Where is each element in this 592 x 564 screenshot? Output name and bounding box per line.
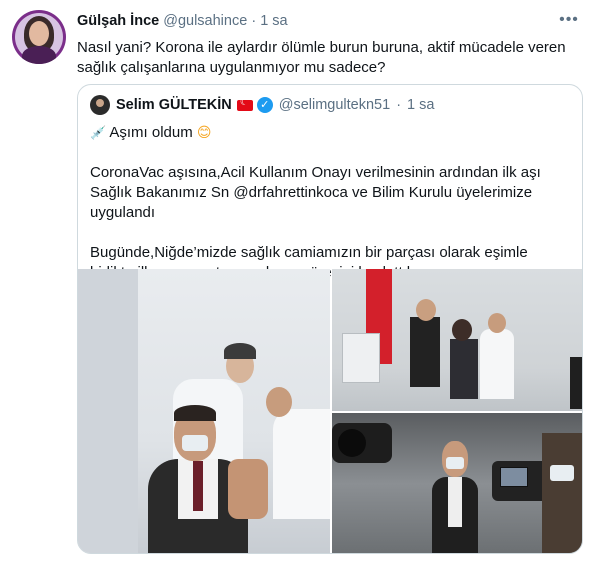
tweet-header: Gülşah İnce @gulsahince · 1 sa <box>77 13 288 29</box>
avatar[interactable] <box>12 10 66 64</box>
tweet[interactable]: Gülşah İnce @gulsahince · 1 sa ••• Nasıl… <box>0 0 592 564</box>
photo-nurse3-head <box>488 313 506 333</box>
photo-person-right-mask <box>550 465 574 481</box>
quoted-line-2: CoronaVac aşısına,Acil Kullanım Onayı ve… <box>90 164 541 221</box>
photo-wall-shadow <box>78 269 138 553</box>
timestamp[interactable]: 1 sa <box>260 13 287 29</box>
photo-1[interactable] <box>78 269 330 553</box>
photo-woman-head <box>452 319 472 341</box>
photo-nurse3 <box>480 329 514 399</box>
photo-man2-head <box>416 299 436 321</box>
photo-man3-mask <box>446 457 464 469</box>
photo-camera-lens <box>338 429 366 457</box>
photo-board <box>342 333 380 383</box>
photo-nurse2 <box>273 409 330 519</box>
verified-badge-icon: ✓ <box>256 97 273 113</box>
photo-man-arm <box>228 459 268 519</box>
photo-nurse2-head <box>266 387 292 417</box>
syringe-icon: 💉 <box>90 125 107 140</box>
author-handle[interactable]: @gulsahince <box>163 13 247 29</box>
avatar-body <box>22 46 56 64</box>
quoted-author-handle[interactable]: @selimgultekn51 <box>279 97 390 113</box>
photo-nurse-hair <box>224 343 256 359</box>
smiling-face-icon: 😊 <box>196 124 212 140</box>
quoted-tweet[interactable]: Selim GÜLTEKİN ✓ @selimgultekn51 · 1 sa … <box>77 84 583 554</box>
quoted-line-1-text: Aşımı oldum <box>109 124 193 141</box>
photo-2[interactable] <box>332 269 582 411</box>
quoted-text: 💉 Aşımı oldum 😊 CoronaVac aşısına,Acil K… <box>90 122 570 283</box>
photo-man2-body <box>410 317 440 387</box>
photo-chair <box>570 357 582 409</box>
turkey-flag-icon <box>236 97 253 111</box>
quoted-header: Selim GÜLTEKİN ✓ @selimgultekn51 · 1 sa <box>90 94 434 116</box>
photo-grid <box>78 269 582 553</box>
more-horizontal-icon[interactable]: ••• <box>558 12 580 28</box>
quoted-author-name[interactable]: Selim GÜLTEKİN <box>116 97 232 113</box>
avatar-face <box>29 21 49 46</box>
photo-man3-shirt <box>448 477 462 527</box>
quoted-timestamp[interactable]: 1 sa <box>407 97 434 113</box>
photo-man-tie <box>193 461 203 511</box>
quoted-line-1: 💉 Aşımı oldum 😊 <box>90 122 570 143</box>
photo-woman <box>450 339 478 399</box>
photo-3[interactable] <box>332 413 582 553</box>
photo-man-hair <box>174 405 216 421</box>
photo-screen <box>500 467 528 487</box>
photo-man-mask <box>182 435 208 451</box>
author-name[interactable]: Gülşah İnce <box>77 13 159 29</box>
photo-person-right <box>542 433 582 553</box>
quoted-avatar[interactable] <box>90 95 110 115</box>
tweet-text: Nasıl yani? Korona ile aylardır ölümle b… <box>77 39 566 76</box>
quoted-separator: · <box>396 97 402 113</box>
separator: · <box>251 13 257 29</box>
